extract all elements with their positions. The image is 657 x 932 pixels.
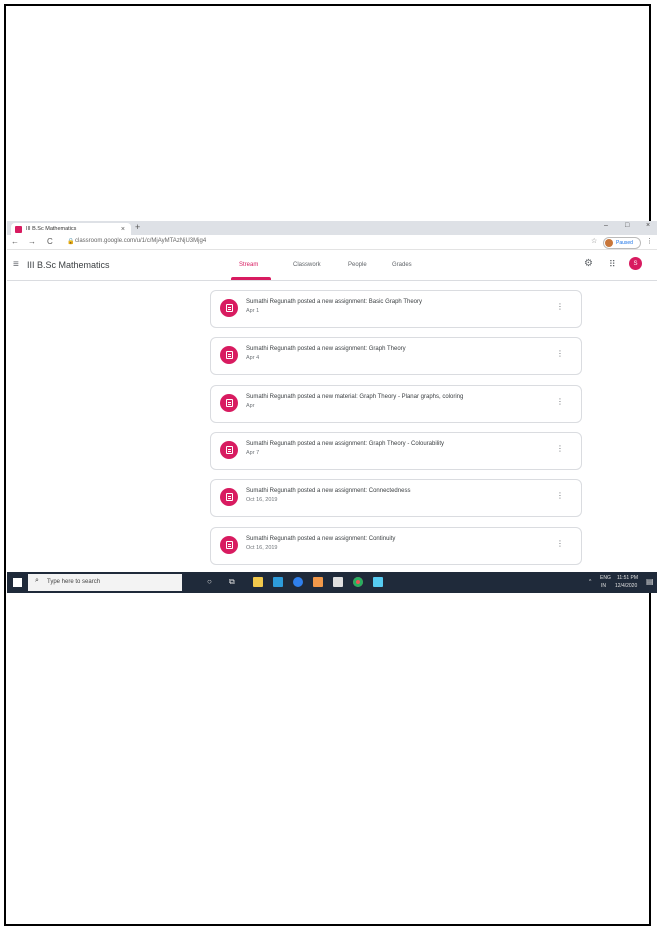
browser-tab[interactable]: III B.Sc Mathematics × <box>11 223 131 235</box>
forward-button[interactable]: → <box>28 237 36 246</box>
assignment-icon <box>220 346 238 364</box>
post-title: Sumathi Regunath posted a new material: … <box>246 394 464 400</box>
tab-classwork[interactable]: Classwork <box>293 262 321 268</box>
post-date: Oct 16, 2019 <box>246 545 278 551</box>
back-button[interactable]: ← <box>11 237 19 246</box>
profile-label: Paused <box>616 240 633 246</box>
tray-region: IN <box>601 583 606 589</box>
post-date: Apr <box>246 403 255 409</box>
assignment-icon <box>220 441 238 459</box>
profile-avatar <box>605 239 613 247</box>
windows-start-icon[interactable] <box>13 578 22 587</box>
stream-post[interactable]: Sumathi Regunath posted a new assignment… <box>210 479 582 517</box>
post-title: Sumathi Regunath posted a new assignment… <box>246 299 422 305</box>
tab-title: III B.Sc Mathematics <box>26 226 77 232</box>
classroom-favicon-icon <box>15 225 22 233</box>
more-vert-icon[interactable]: ⋮ <box>556 349 564 358</box>
app-icon[interactable] <box>373 577 383 587</box>
gear-icon[interactable]: ⚙ <box>584 258 593 269</box>
post-date: Oct 16, 2019 <box>246 497 278 503</box>
screenshot: III B.Sc Mathematics × + – □ × ← → C 🔒 c… <box>7 221 657 593</box>
notification-icon[interactable]: ▤ <box>646 577 654 586</box>
taskbar-search-input[interactable]: ⌕ Type here to search <box>28 574 182 591</box>
search-icon: ⌕ <box>35 577 39 584</box>
url-field[interactable]: classroom.google.com/u/1/c/MjAyMTAzNjU3M… <box>75 238 206 244</box>
close-icon[interactable]: × <box>121 226 125 233</box>
tray-lang[interactable]: ENG <box>600 575 611 581</box>
stream-post[interactable]: Sumathi Regunath posted a new assignment… <box>210 337 582 375</box>
task-view-icon[interactable]: ⧉ <box>229 577 235 587</box>
search-placeholder: Type here to search <box>47 579 101 585</box>
class-title[interactable]: III B.Sc Mathematics <box>27 260 110 270</box>
reload-button[interactable]: C <box>47 237 53 246</box>
assignment-icon <box>220 536 238 554</box>
hamburger-icon[interactable]: ≡ <box>13 259 19 270</box>
post-title: Sumathi Regunath posted a new assignment… <box>246 536 396 542</box>
file-explorer-icon[interactable] <box>253 577 263 587</box>
address-bar-row: ← → C 🔒 classroom.google.com/u/1/c/MjAyM… <box>7 235 657 250</box>
tab-stream[interactable]: Stream <box>239 262 258 268</box>
cortana-icon[interactable]: ○ <box>207 577 212 586</box>
post-date: Apr 1 <box>246 308 260 314</box>
more-vert-icon[interactable]: ⋮ <box>556 491 564 500</box>
classroom-header: ≡ III B.Sc Mathematics Stream Classwork … <box>7 250 657 281</box>
minimize-button[interactable]: – <box>604 222 608 229</box>
post-title: Sumathi Regunath posted a new assignment… <box>246 488 411 494</box>
stream-post[interactable]: Sumathi Regunath posted a new assignment… <box>210 527 582 565</box>
active-tab-indicator <box>231 277 271 280</box>
more-vert-icon[interactable]: ⋮ <box>556 302 564 311</box>
post-date: Apr 4 <box>246 355 260 361</box>
stream-post[interactable]: Sumathi Regunath posted a new assignment… <box>210 432 582 470</box>
window-close-button[interactable]: × <box>646 222 650 229</box>
bookmark-star-icon[interactable]: ☆ <box>591 237 597 245</box>
assignment-icon <box>220 488 238 506</box>
more-vert-icon[interactable]: ⋮ <box>556 444 564 453</box>
tab-grades[interactable]: Grades <box>392 262 412 268</box>
chrome-icon[interactable] <box>353 577 363 587</box>
apps-grid-icon[interactable]: ⠿ <box>609 259 616 270</box>
mail-icon[interactable] <box>273 577 283 587</box>
tab-people[interactable]: People <box>348 262 367 268</box>
folder-icon[interactable] <box>313 577 323 587</box>
lock-icon: 🔒 <box>67 239 75 245</box>
browser-menu-icon[interactable]: ⋮ <box>646 237 653 245</box>
more-vert-icon[interactable]: ⋮ <box>556 397 564 406</box>
browser-tabstrip: III B.Sc Mathematics × + – □ × <box>7 221 657 235</box>
new-tab-button[interactable]: + <box>135 222 140 232</box>
windows-taskbar: ⌕ Type here to search ○ ⧉ ^ ENG IN 11:51… <box>7 572 657 593</box>
post-date: Apr 7 <box>246 450 260 456</box>
post-title: Sumathi Regunath posted a new assignment… <box>246 441 444 447</box>
edge-icon[interactable] <box>293 577 303 587</box>
avatar[interactable]: S <box>629 257 642 270</box>
maximize-button[interactable]: □ <box>625 222 629 229</box>
clock-date: 12/4/2020 <box>615 583 638 589</box>
store-icon[interactable] <box>333 577 343 587</box>
material-icon <box>220 394 238 412</box>
stream-post[interactable]: Sumathi Regunath posted a new assignment… <box>210 290 582 328</box>
assignment-icon <box>220 299 238 317</box>
tray-up-icon[interactable]: ^ <box>589 579 591 585</box>
stream-post[interactable]: Sumathi Regunath posted a new material: … <box>210 385 582 423</box>
more-vert-icon[interactable]: ⋮ <box>556 539 564 548</box>
post-title: Sumathi Regunath posted a new assignment… <box>246 346 406 352</box>
stream-list: Sumathi Regunath posted a new assignment… <box>7 281 657 571</box>
profile-button[interactable]: Paused <box>603 237 641 249</box>
clock-time[interactable]: 11:51 PM <box>617 575 638 581</box>
